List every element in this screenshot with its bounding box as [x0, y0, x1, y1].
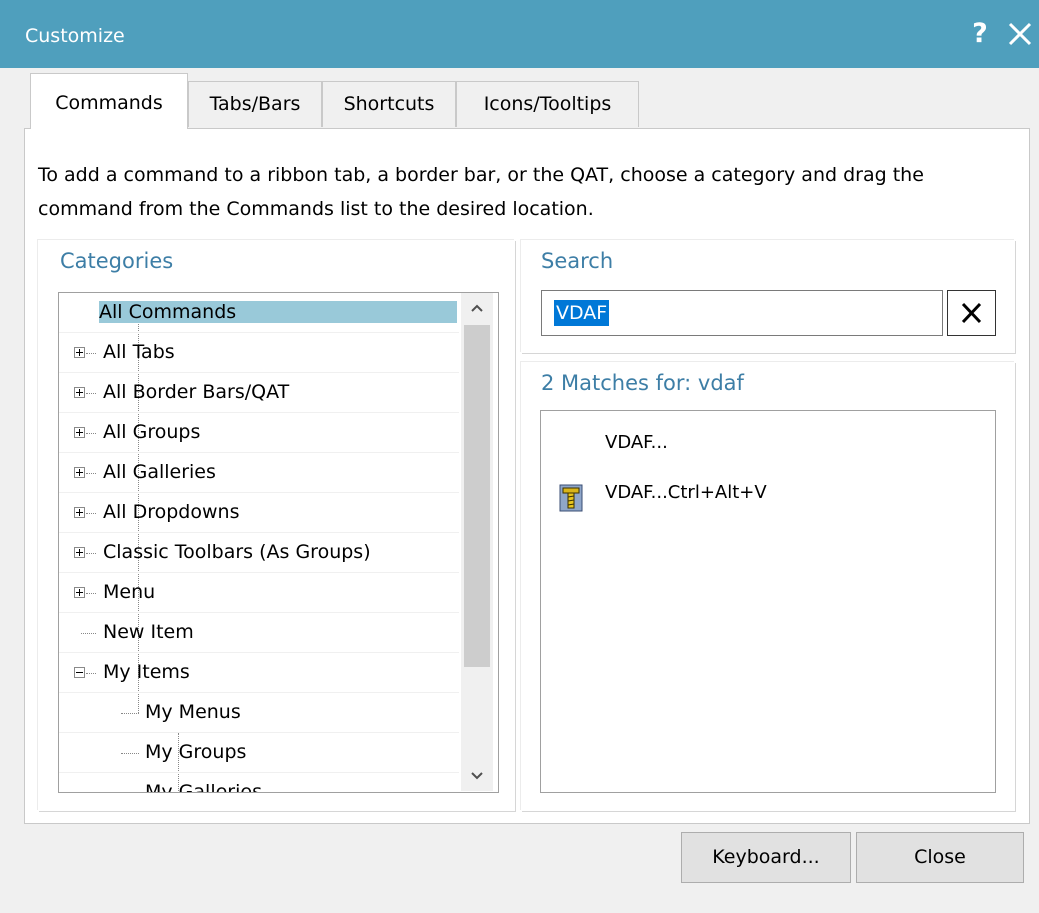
scroll-thumb[interactable] [464, 325, 490, 667]
tree-item-new-item[interactable]: New Item [59, 613, 459, 653]
instructions-text: To add a command to a ribbon tab, a bord… [38, 164, 924, 220]
tree-item-my-menus[interactable]: My Menus [59, 693, 459, 733]
tree-item-all-groups[interactable]: All Groups [59, 413, 459, 453]
categories-heading: Categories [60, 249, 174, 273]
tree-item-label: All Commands [99, 301, 457, 323]
tree-item-label: All Border Bars/QAT [103, 381, 290, 403]
scroll-down-button[interactable] [461, 761, 493, 791]
expand-icon[interactable] [74, 387, 85, 398]
tree-item-label: My Menus [145, 701, 241, 723]
tree-item-classic-toolbars[interactable]: Classic Toolbars (As Groups) [59, 533, 459, 573]
tree-item-label: All Galleries [103, 461, 216, 483]
tree-item-all-border-bars[interactable]: All Border Bars/QAT [59, 373, 459, 413]
scroll-up-button[interactable] [461, 293, 493, 323]
chevron-down-icon [471, 772, 483, 780]
window-title: Customize [25, 25, 125, 47]
clear-search-button[interactable] [947, 290, 996, 336]
tree-item-label: All Tabs [103, 341, 175, 363]
tree-item-menu[interactable]: Menu [59, 573, 459, 613]
tree-item-my-groups[interactable]: My Groups [59, 733, 459, 773]
result-item[interactable]: VDAF... [605, 432, 668, 453]
tree-item-label: New Item [103, 621, 194, 643]
tree-item-all-dropdowns[interactable]: All Dropdowns [59, 493, 459, 533]
collapse-icon[interactable] [74, 667, 85, 678]
tree-item-my-galleries[interactable]: My Galleries [59, 773, 459, 793]
expand-icon[interactable] [74, 547, 85, 558]
categories-tree[interactable]: All Commands All Tabs All Border Bars/QA… [58, 292, 499, 793]
screw-icon [559, 484, 583, 512]
close-button[interactable]: Close [856, 832, 1024, 883]
keyboard-button[interactable]: Keyboard... [681, 832, 851, 883]
search-input[interactable]: VDAF [541, 290, 943, 336]
expand-icon[interactable] [74, 467, 85, 478]
expand-icon[interactable] [74, 507, 85, 518]
tree-item-label: My Galleries [145, 781, 262, 793]
tree-item-label: My Items [103, 661, 190, 683]
results-heading: 2 Matches for: vdaf [541, 371, 744, 395]
tree-item-label: All Dropdowns [103, 501, 240, 523]
title-bar: Customize ? [0, 0, 1039, 68]
tab-tabs-bars[interactable]: Tabs/Bars [188, 81, 322, 127]
categories-scrollbar[interactable] [461, 293, 493, 791]
tree-item-all-galleries[interactable]: All Galleries [59, 453, 459, 493]
result-item[interactable]: VDAF...Ctrl+Alt+V [605, 482, 767, 503]
expand-icon[interactable] [74, 587, 85, 598]
tab-shortcuts[interactable]: Shortcuts [322, 81, 456, 127]
tree-item-all-commands[interactable]: All Commands [59, 293, 459, 333]
tree-item-label: Menu [103, 581, 156, 603]
help-button[interactable]: ? [963, 17, 997, 51]
tree-item-label: All Groups [103, 421, 201, 443]
tree-item-label: Classic Toolbars (As Groups) [103, 541, 371, 563]
tab-commands[interactable]: Commands [30, 73, 188, 129]
expand-icon[interactable] [74, 427, 85, 438]
clear-icon [961, 302, 982, 324]
tree-item-label: My Groups [145, 741, 247, 763]
tree-item-my-items[interactable]: My Items [59, 653, 459, 693]
close-icon [1008, 22, 1032, 46]
close-window-button[interactable] [1003, 17, 1037, 51]
results-list[interactable]: VDAF... VDAF...Ctrl+Alt+V [540, 410, 996, 793]
tab-icons-tooltips[interactable]: Icons/Tooltips [456, 81, 639, 127]
chevron-up-icon [471, 304, 483, 312]
tree-item-all-tabs[interactable]: All Tabs [59, 333, 459, 373]
search-input-value: VDAF [554, 300, 610, 326]
search-heading: Search [541, 249, 614, 273]
expand-icon[interactable] [74, 347, 85, 358]
